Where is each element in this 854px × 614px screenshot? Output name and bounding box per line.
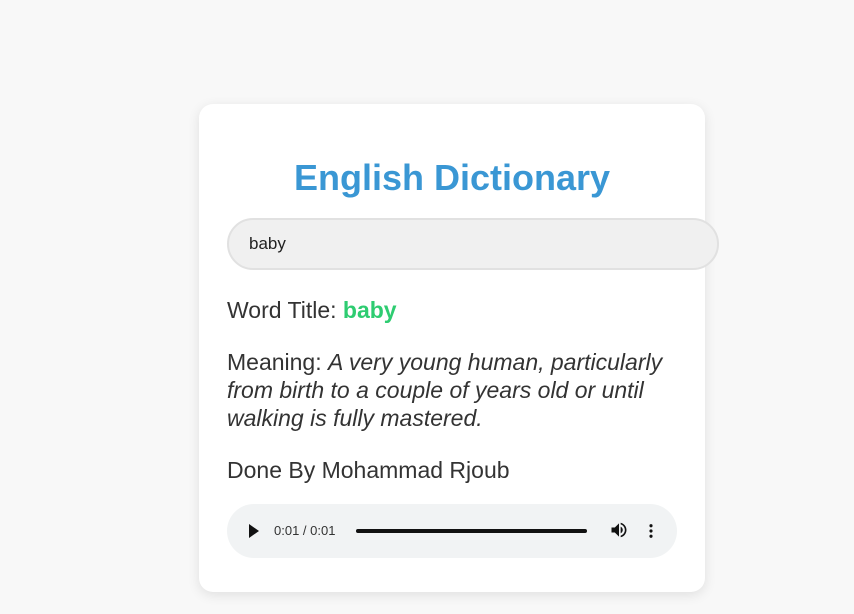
volume-icon[interactable]: [609, 520, 629, 540]
audio-time: 0:01 / 0:01: [274, 523, 336, 538]
more-vert-icon[interactable]: [642, 521, 660, 541]
meaning-label: Meaning:: [227, 349, 322, 375]
play-icon[interactable]: [249, 524, 259, 538]
search-input[interactable]: [227, 218, 719, 270]
audio-player: 0:01 / 0:01: [227, 504, 677, 558]
dictionary-card: English Dictionary Word Title: baby Mean…: [199, 104, 719, 592]
audio-progress-fill: [356, 529, 587, 533]
audio-progress-bar[interactable]: [356, 529, 587, 533]
word-title-label: Word Title:: [227, 297, 337, 323]
page-title: English Dictionary: [293, 157, 611, 198]
author-credit: Done By Mohammad Rjoub: [227, 457, 510, 483]
word-title-row: Word Title: baby: [227, 296, 677, 324]
word-title-value: baby: [342, 297, 397, 323]
meaning-row: Meaning: A very young human, particularl…: [227, 348, 677, 432]
